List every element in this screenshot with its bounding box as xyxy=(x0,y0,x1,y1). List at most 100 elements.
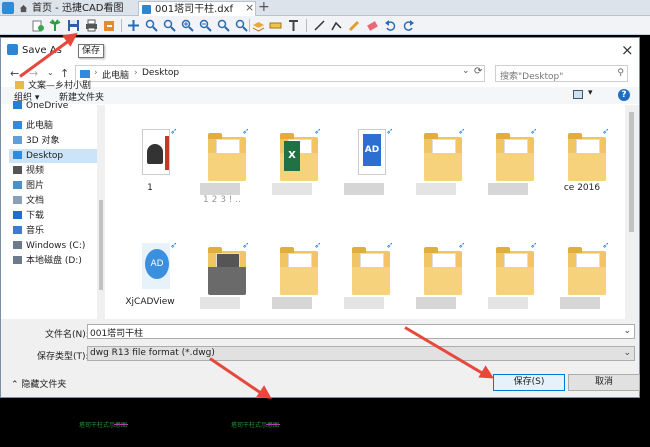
file-list: ➶ 1 ➶ 1 2 3 ! .. X ➶ AD ➶ ➶ ➶ ➶ ce 2016 AD ➶ XjCADView… xyxy=(106,105,625,319)
redo-icon[interactable] xyxy=(402,19,415,32)
sidebar-item[interactable]: 音乐 xyxy=(13,224,101,238)
save-button[interactable]: 保存(S) xyxy=(493,374,565,391)
export-icon[interactable] xyxy=(103,19,116,32)
app-menu-icon[interactable] xyxy=(2,2,14,14)
undo-icon[interactable] xyxy=(384,19,397,32)
folder-icon: ➶ xyxy=(424,241,466,295)
filename-dropdown-icon[interactable]: ⌄ xyxy=(623,326,631,336)
file-label-redacted xyxy=(344,183,384,195)
filetype-dropdown-icon[interactable]: ⌄ xyxy=(623,348,631,358)
add-file-icon[interactable] xyxy=(31,19,44,32)
navigation-pane: 文案—乡村小剧 OneDrive 此电脑 3D 对象 Desktop 视频 图片 文档下载音乐… xyxy=(1,81,105,319)
sidebar-scroll-thumb[interactable] xyxy=(99,200,103,290)
sidebar-item-label: 3D 对象 xyxy=(26,136,60,146)
hide-folders-toggle[interactable]: ⌃ 隐藏文件夹 xyxy=(11,377,66,390)
file-item[interactable]: ➶ ce 2016 xyxy=(550,117,614,207)
file-label-redacted xyxy=(560,297,600,309)
print-icon[interactable] xyxy=(85,19,98,32)
file-label: XjCADView xyxy=(125,297,175,307)
sidebar-item-label: Windows (C:) xyxy=(26,241,86,251)
file-item[interactable]: AD ➶ XjCADView xyxy=(118,231,182,321)
zoom-extents-icon[interactable] xyxy=(217,19,230,32)
file-item[interactable]: AD ➶ xyxy=(334,117,398,207)
measure-icon[interactable] xyxy=(269,19,282,32)
sidebar-item-label: OneDrive xyxy=(26,101,69,111)
polyline-icon[interactable] xyxy=(330,19,343,32)
canvas-line xyxy=(266,424,280,425)
zoom-realtime-icon[interactable] xyxy=(163,19,176,32)
sidebar-item-label: 下载 xyxy=(26,211,45,221)
sidebar-item[interactable]: 视频 xyxy=(13,164,101,178)
save-tooltip: 保存 xyxy=(78,44,105,58)
breadcrumb-desktop[interactable]: Desktop xyxy=(142,68,179,78)
sidebar-item[interactable]: 下载 xyxy=(13,209,101,223)
file-label-redacted xyxy=(416,183,456,195)
eraser-icon[interactable] xyxy=(366,19,379,32)
search-input[interactable]: 搜索"Desktop" ⚲ xyxy=(495,65,628,82)
filename-label: 文件名(N): xyxy=(45,330,89,340)
help-icon[interactable]: ? xyxy=(618,89,630,101)
cancel-button[interactable]: 取消 xyxy=(568,374,640,391)
file-thumbnail-icon: ➶ xyxy=(208,241,250,295)
computer-icon xyxy=(80,70,90,78)
zoom-all-icon[interactable] xyxy=(235,19,248,32)
file-item[interactable]: ➶ xyxy=(550,231,614,321)
hide-folders-label: 隐藏文件夹 xyxy=(21,380,67,390)
sidebar-item[interactable]: Desktop xyxy=(9,149,97,163)
sidebar-item[interactable]: 3D 对象 xyxy=(13,134,101,148)
video-icon xyxy=(13,166,22,174)
file-label: 1 xyxy=(147,183,153,193)
line-icon[interactable] xyxy=(313,19,326,32)
file-label-redacted xyxy=(200,183,240,195)
sidebar-item[interactable]: 文案—乡村小剧 xyxy=(15,79,103,93)
filename-input[interactable]: 001塔司干柱 ⌄ xyxy=(87,324,635,339)
new-tab-icon[interactable]: + xyxy=(258,0,270,15)
text-icon[interactable] xyxy=(287,19,300,32)
zoom-window-icon[interactable] xyxy=(145,19,158,32)
filetype-select[interactable]: dwg R13 file format (*.dwg) ⌄ xyxy=(87,346,635,361)
refresh-icon[interactable]: ⟳ xyxy=(474,66,482,77)
file-item[interactable]: ➶ xyxy=(478,117,542,207)
file-list-scroll-thumb[interactable] xyxy=(629,112,634,232)
tab-home[interactable]: 首页 - 迅捷CAD看图 xyxy=(16,1,124,16)
sidebar-item[interactable]: Windows (C:) xyxy=(13,239,101,253)
sidebar-item[interactable]: 文档 xyxy=(13,194,101,208)
zoom-out-icon[interactable] xyxy=(199,19,212,32)
download-icon xyxy=(13,211,22,219)
file-item[interactable]: ➶ xyxy=(406,231,470,321)
address-bar[interactable]: › 此电脑 › Desktop ⌄ ⟳ xyxy=(75,65,485,82)
folder-icon: ➶ xyxy=(352,241,394,295)
3d-icon xyxy=(13,136,22,144)
move-icon[interactable] xyxy=(127,19,140,32)
filetype-label: 保存类型(T): xyxy=(37,352,89,362)
file-item[interactable]: ➶ xyxy=(334,231,398,321)
file-item[interactable]: ➶ xyxy=(262,231,326,321)
home-icon xyxy=(19,4,28,13)
file-item[interactable]: ➶ xyxy=(190,231,254,321)
file-item[interactable]: ➶ 1 xyxy=(118,117,182,207)
drive-icon xyxy=(13,256,22,264)
view-options-icon[interactable]: ▾ xyxy=(588,88,593,98)
file-item[interactable]: ➶ xyxy=(478,231,542,321)
file-label-redacted xyxy=(200,297,240,309)
pencil-icon[interactable] xyxy=(348,19,361,32)
sidebar-item[interactable]: 图片 xyxy=(13,179,101,193)
sidebar-item[interactable]: 本地磁盘 (D:) xyxy=(13,254,101,268)
file-item[interactable]: ➶ 1 2 3 ! .. xyxy=(190,117,254,207)
close-tab-icon[interactable]: × xyxy=(245,1,254,14)
zoom-in-icon[interactable] xyxy=(181,19,194,32)
layer-icon[interactable] xyxy=(252,19,265,32)
sidebar-item[interactable]: 此电脑 xyxy=(13,119,101,133)
file-item[interactable]: X ➶ xyxy=(262,117,326,207)
palm-icon[interactable] xyxy=(49,19,62,32)
close-dialog-icon[interactable]: × xyxy=(621,41,634,59)
view-mode-icon[interactable] xyxy=(573,90,583,99)
sidebar-item[interactable]: OneDrive xyxy=(13,99,101,113)
tab-file[interactable]: 001塔司干柱.dxf xyxy=(138,1,256,16)
file-thumbnail-icon: X ➶ xyxy=(280,127,322,181)
tab-bar: 首页 - 迅捷CAD看图 001塔司干柱.dxf × + xyxy=(0,0,650,16)
recent-locations-icon[interactable]: ⌄ xyxy=(47,68,54,77)
breadcrumb-this-pc[interactable]: 此电脑 xyxy=(102,68,129,81)
address-dropdown-icon[interactable]: ⌄ xyxy=(462,66,470,76)
file-item[interactable]: ➶ xyxy=(406,117,470,207)
